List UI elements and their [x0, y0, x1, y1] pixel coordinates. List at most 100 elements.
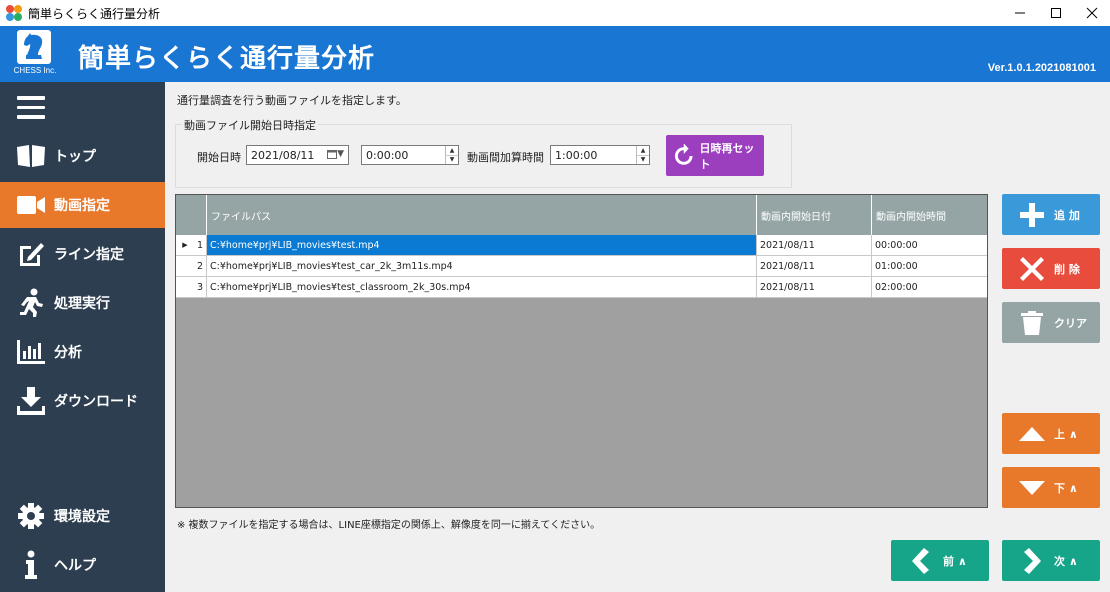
column-header-path[interactable]: ファイルパス	[207, 195, 757, 235]
interval-label: 動画間加算時間	[467, 151, 544, 164]
close-x-icon	[1018, 255, 1046, 283]
move-up-label: 上 ∧	[1054, 427, 1078, 441]
cell-date[interactable]: 2021/08/11	[757, 277, 872, 297]
table-row[interactable]: ▶ 1 C:¥home¥prj¥LIB_movies¥test.mp4 2021…	[176, 235, 987, 256]
maximize-icon	[1051, 8, 1061, 18]
cell-date[interactable]: 2021/08/11	[757, 256, 872, 276]
delete-button[interactable]: 削 除	[1002, 248, 1100, 289]
sidebar-item-line[interactable]: ライン指定	[0, 231, 165, 277]
gear-icon	[16, 501, 46, 531]
version-label: Ver.1.0.1.2021081001	[987, 62, 1096, 74]
interval-time-stepper[interactable]: 1:00:00 ▲ ▼	[550, 145, 650, 165]
spin-up-icon[interactable]: ▲	[637, 146, 649, 156]
sidebar-item-label: 処理実行	[54, 296, 110, 312]
reset-datetime-button[interactable]: 日時再セット	[666, 135, 764, 176]
app-icon	[6, 5, 22, 21]
sidebar-item-video[interactable]: 動画指定	[0, 182, 165, 228]
spin-up-icon[interactable]: ▲	[446, 146, 458, 156]
refresh-icon	[674, 143, 693, 165]
group-title: 動画ファイル開始日時指定	[182, 117, 318, 133]
trash-icon	[1018, 309, 1046, 337]
sidebar-item-download[interactable]: ダウンロード	[0, 378, 165, 424]
move-up-button[interactable]: 上 ∧	[1002, 413, 1100, 454]
hamburger-menu-icon[interactable]	[17, 96, 45, 120]
interval-time-spin[interactable]: ▲ ▼	[636, 146, 649, 164]
edit-icon	[16, 239, 46, 269]
start-date-picker[interactable]: 2021/08/11 ▼	[246, 145, 349, 165]
start-time-spin[interactable]: ▲ ▼	[445, 146, 458, 164]
sidebar-item-label: 分析	[54, 345, 82, 361]
running-icon	[16, 288, 46, 318]
next-label: 次 ∧	[1054, 554, 1078, 568]
cell-path[interactable]: C:¥home¥prj¥LIB_movies¥test.mp4	[207, 235, 757, 255]
clear-label: クリア	[1054, 316, 1087, 330]
move-down-label: 下 ∧	[1054, 481, 1078, 495]
table-row[interactable]: 2 C:¥home¥prj¥LIB_movies¥test_car_2k_3m1…	[176, 256, 987, 277]
spin-down-icon[interactable]: ▼	[446, 156, 458, 165]
window-title: 簡単らくらく通行量分析	[28, 6, 161, 21]
reset-datetime-label: 日時再セット	[699, 141, 755, 171]
row-selected-indicator-icon: ▶	[182, 241, 188, 249]
minimize-button[interactable]	[1002, 0, 1038, 26]
bar-chart-icon	[16, 337, 46, 367]
calendar-dropdown-icon[interactable]: ▼	[327, 149, 344, 159]
sidebar-item-label: ライン指定	[54, 247, 124, 263]
sidebar-item-process[interactable]: 処理実行	[0, 280, 165, 326]
start-date-value: 2021/08/11	[251, 148, 315, 162]
table-row[interactable]: 3 C:¥home¥prj¥LIB_movies¥test_classroom_…	[176, 277, 987, 298]
sidebar-item-label: トップ	[54, 149, 96, 165]
sidebar-item-analysis[interactable]: 分析	[0, 329, 165, 375]
next-button[interactable]: 次 ∧	[1002, 540, 1100, 581]
window-titlebar: 簡単らくらく通行量分析	[0, 0, 1110, 26]
plus-icon	[1018, 201, 1046, 229]
cell-path[interactable]: C:¥home¥prj¥LIB_movies¥test_classroom_2k…	[207, 277, 757, 297]
sidebar-item-label: 環境設定	[54, 509, 110, 525]
spin-down-icon[interactable]: ▼	[637, 156, 649, 165]
start-time-stepper[interactable]: 0:00:00 ▲ ▼	[361, 145, 459, 165]
sidebar-item-label: 動画指定	[54, 198, 110, 214]
close-button[interactable]	[1074, 0, 1110, 26]
cell-path[interactable]: C:¥home¥prj¥LIB_movies¥test_car_2k_3m11s…	[207, 256, 757, 276]
video-file-grid[interactable]: ファイルパス 動画内開始日付 動画内開始時間 ▶ 1 C:¥home¥prj¥L…	[175, 194, 988, 508]
cell-date[interactable]: 2021/08/11	[757, 235, 872, 255]
close-icon	[1086, 7, 1098, 19]
row-header-corner	[176, 195, 207, 235]
row-index: 3	[194, 277, 207, 297]
resolution-note: ※ 複数ファイルを指定する場合は、LINE座標指定の関係上、解像度を同一に揃えて…	[177, 520, 601, 531]
add-label: 追 加	[1054, 208, 1080, 222]
row-index: 2	[194, 256, 207, 276]
cell-time[interactable]: 01:00:00	[872, 256, 987, 276]
chevron-right-icon	[1018, 547, 1046, 575]
maximize-button[interactable]	[1038, 0, 1074, 26]
sidebar: トップ 動画指定 ライン指定 処理実行 分析 ダウンロード 環境設定 ヘルプ	[0, 82, 165, 592]
chess-knight-icon	[24, 33, 43, 59]
minimize-icon	[1015, 12, 1025, 14]
column-header-time[interactable]: 動画内開始時間	[872, 195, 987, 235]
book-icon	[16, 141, 46, 171]
sidebar-item-top[interactable]: トップ	[0, 133, 165, 179]
app-header: CHESS Inc. 簡単らくらく通行量分析 Ver.1.0.1.2021081…	[0, 26, 1110, 82]
row-selector	[176, 277, 194, 297]
column-header-date[interactable]: 動画内開始日付	[757, 195, 872, 235]
triangle-up-icon	[1018, 420, 1046, 448]
add-button[interactable]: 追 加	[1002, 194, 1100, 235]
move-down-button[interactable]: 下 ∧	[1002, 467, 1100, 508]
start-time-value: 0:00:00	[366, 148, 409, 162]
chevron-left-icon	[907, 547, 935, 575]
start-label: 開始日時	[197, 151, 241, 164]
prev-button[interactable]: 前 ∧	[891, 540, 989, 581]
logo-text: CHESS Inc.	[13, 66, 57, 75]
cell-time[interactable]: 02:00:00	[872, 277, 987, 297]
cell-time[interactable]: 00:00:00	[872, 235, 987, 255]
interval-time-value: 1:00:00	[555, 148, 598, 162]
sidebar-item-settings[interactable]: 環境設定	[0, 493, 165, 539]
video-camera-icon	[16, 190, 46, 220]
window-controls	[1002, 0, 1110, 26]
sidebar-item-label: ヘルプ	[54, 558, 96, 574]
delete-label: 削 除	[1054, 262, 1080, 276]
sidebar-item-help[interactable]: ヘルプ	[0, 542, 165, 588]
grid-header: ファイルパス 動画内開始日付 動画内開始時間	[176, 195, 987, 235]
clear-button[interactable]: クリア	[1002, 302, 1100, 343]
download-icon	[16, 386, 46, 416]
row-index: 1	[194, 235, 207, 255]
